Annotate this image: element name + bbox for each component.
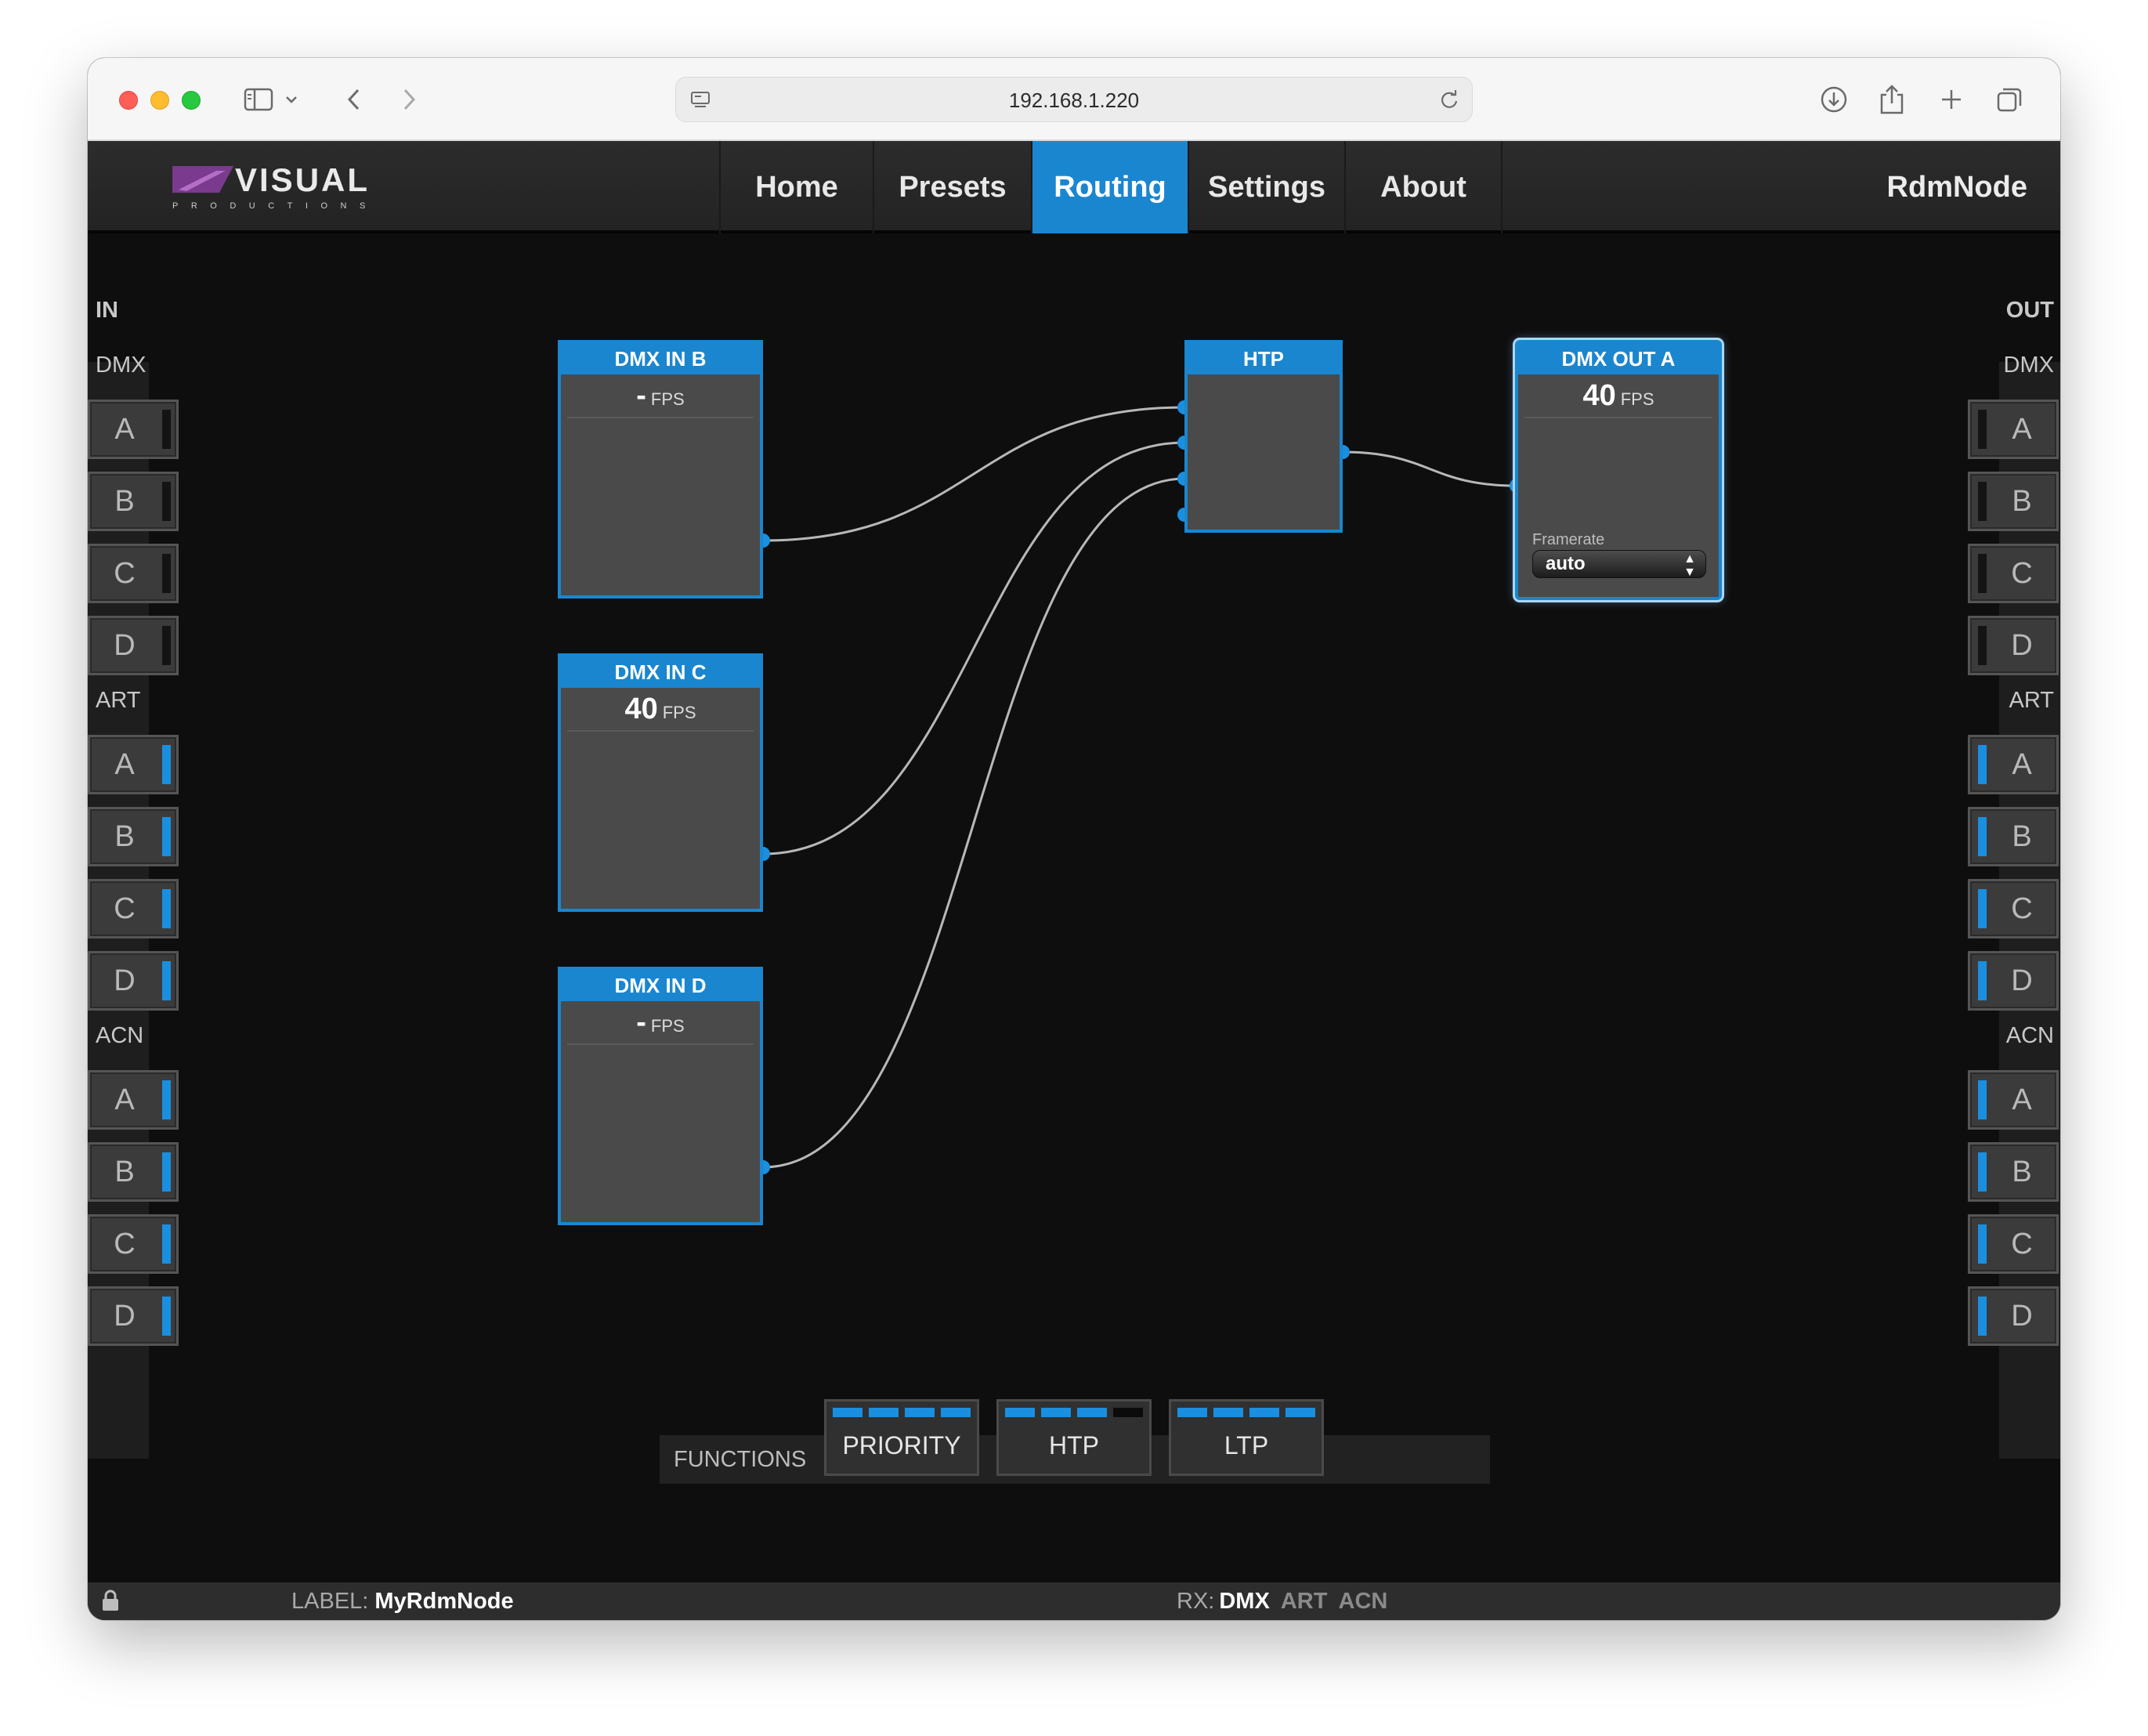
function-meter <box>833 1408 971 1417</box>
rx-acn: ACN <box>1338 1589 1388 1614</box>
meter-segment <box>833 1408 862 1417</box>
logo-text: VISUAL <box>235 163 370 198</box>
node-fps-readout: - FPS <box>567 374 754 418</box>
label-value: MyRdmNode <box>374 1589 514 1614</box>
meter-segment <box>1005 1408 1035 1417</box>
forward-arrow-icon[interactable] <box>393 81 425 118</box>
logo-subtext: PRODUCTIONS <box>172 201 378 211</box>
node-title: DMX IN D <box>561 970 760 1001</box>
fps-unit: FPS <box>650 389 685 409</box>
node-dmx-in-b[interactable]: DMX IN B - FPS <box>558 340 763 599</box>
framerate-label: Framerate <box>1532 531 1605 548</box>
rx-dmx: DMX <box>1219 1589 1270 1614</box>
function-label: PRIORITY <box>842 1431 961 1459</box>
meter-segment <box>905 1408 935 1417</box>
meter-segment <box>1041 1408 1071 1417</box>
fps-unit: FPS <box>1620 389 1654 409</box>
framerate-value: auto <box>1546 553 1586 574</box>
node-dmx-in-c[interactable]: DMX IN C 40 FPS <box>558 653 763 912</box>
framerate-select[interactable]: auto ▲ ▼ <box>1532 550 1706 579</box>
browser-toolbar: 192.168.1.220 <box>88 58 2060 141</box>
connection-wire[interactable] <box>762 441 1185 855</box>
share-icon[interactable] <box>1874 81 1910 118</box>
new-tab-icon[interactable] <box>1933 81 1969 118</box>
select-arrows-icon: ▲ ▼ <box>1683 552 1696 579</box>
node-title: HTP <box>1188 343 1340 374</box>
nav-settings[interactable]: Settings <box>1189 141 1346 233</box>
meter-segment <box>1113 1408 1143 1417</box>
node-htp[interactable]: HTP <box>1184 340 1343 533</box>
function-priority-button[interactable]: PRIORITY <box>824 1399 979 1476</box>
nav-presets[interactable]: Presets <box>874 141 1032 233</box>
address-url[interactable]: 192.168.1.220 <box>676 78 1472 123</box>
rx-prefix: RX: <box>1177 1589 1215 1614</box>
device-name: RdmNode <box>1886 171 2027 204</box>
reload-icon[interactable] <box>1437 89 1461 116</box>
fps-value: 40 <box>624 693 658 725</box>
fps-value: 40 <box>1582 379 1616 412</box>
node-title: DMX IN B <box>561 343 760 374</box>
node-dmx-out-a[interactable]: DMX OUT A 40 FPS Framerate auto ▲ ▼ <box>1515 340 1722 600</box>
function-htp-button[interactable]: HTP <box>996 1399 1152 1476</box>
device-label: LABEL: MyRdmNode <box>291 1582 514 1620</box>
rx-art: ART <box>1280 1589 1328 1614</box>
function-meter <box>1005 1408 1143 1417</box>
node-title: DMX IN C <box>561 656 760 688</box>
back-arrow-icon[interactable] <box>338 81 370 118</box>
connection-wire[interactable] <box>762 477 1185 1169</box>
node-fps-readout: - FPS <box>567 1001 754 1045</box>
browser-window: 192.168.1.220 VISUAL PRODUCTIONS Home Pr… <box>88 58 2060 1620</box>
zoom-window-button[interactable] <box>182 91 201 110</box>
node-dmx-in-d[interactable]: DMX IN D - FPS <box>558 967 763 1225</box>
function-label: LTP <box>1224 1431 1269 1459</box>
meter-segment <box>869 1408 899 1417</box>
function-ltp-button[interactable]: LTP <box>1169 1399 1324 1476</box>
functions-label: FUNCTIONS <box>674 1447 807 1472</box>
fps-unit: FPS <box>650 1016 685 1036</box>
connection-wires <box>756 400 1524 1174</box>
fps-value: - <box>636 379 646 412</box>
app-header: VISUAL PRODUCTIONS Home Presets Routing … <box>88 141 2060 233</box>
tab-overview-icon[interactable] <box>1991 81 2027 118</box>
label-prefix: LABEL: <box>291 1589 369 1614</box>
fps-value: - <box>636 1006 646 1039</box>
node-fps-readout: 40 FPS <box>567 688 754 732</box>
connection-wire[interactable] <box>1342 450 1517 487</box>
fps-unit: FPS <box>662 703 696 722</box>
chevron-down-icon[interactable] <box>282 81 301 118</box>
nav-home[interactable]: Home <box>719 141 874 233</box>
sidebar-toggle-icon[interactable] <box>241 81 276 118</box>
connection-wire[interactable] <box>762 406 1185 542</box>
routing-canvas[interactable]: IN DMX A B C D ART A B C D ACN A B C D OUT DMX A B C D ART A B C D… <box>88 237 2060 1584</box>
node-fps-readout: 40 FPS <box>1524 374 1712 418</box>
function-label: HTP <box>1049 1431 1099 1459</box>
minimize-window-button[interactable] <box>150 91 169 110</box>
close-window-button[interactable] <box>119 91 138 110</box>
lock-icon[interactable] <box>100 1589 121 1612</box>
function-meter <box>1177 1408 1315 1417</box>
meter-segment <box>1077 1408 1107 1417</box>
meter-segment <box>1213 1408 1243 1417</box>
nav-routing[interactable]: Routing <box>1032 141 1189 233</box>
meter-segment <box>941 1408 971 1417</box>
meter-segment <box>1286 1408 1315 1417</box>
node-title: DMX OUT A <box>1518 343 1719 374</box>
visual-productions-logo: VISUAL PRODUCTIONS <box>171 161 406 212</box>
download-icon[interactable] <box>1816 81 1852 118</box>
meter-segment <box>1177 1408 1207 1417</box>
rx-indicators: RX: DMX ART ACN <box>1177 1582 1387 1620</box>
nav-about[interactable]: About <box>1346 141 1503 233</box>
meter-segment <box>1249 1408 1279 1417</box>
status-bar: LABEL: MyRdmNode RX: DMX ART ACN <box>88 1582 2060 1620</box>
address-bar[interactable]: 192.168.1.220 <box>675 77 1473 122</box>
